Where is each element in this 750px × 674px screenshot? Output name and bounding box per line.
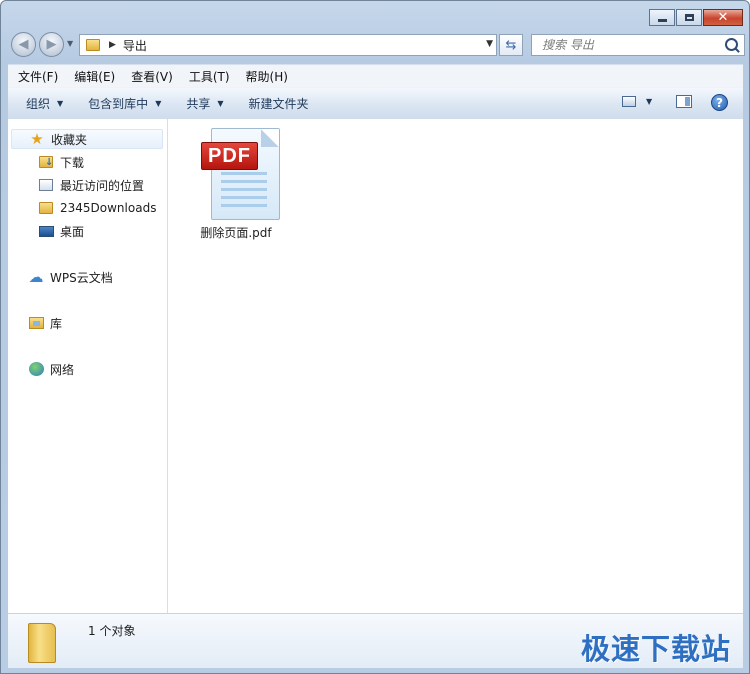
nav-label-2345downloads: 2345Downloads <box>60 201 157 215</box>
item-count: 1 个对象 <box>88 624 136 638</box>
menu-bar: 文件(F) 编辑(E) 查看(V) 工具(T) 帮助(H) <box>8 64 743 87</box>
share-label: 共享 <box>186 97 211 111</box>
navigation-bar: ◀ ▶ ▼ ▶ 导出 ▼ ⇆ <box>9 31 745 59</box>
nav-item-favorites[interactable]: ★ 收藏夹 <box>11 129 163 149</box>
nav-item-libraries[interactable]: 库 <box>28 313 62 333</box>
address-bar[interactable]: ▶ 导出 ▼ <box>79 34 497 56</box>
new-folder-button[interactable]: 新建文件夹 <box>249 95 318 112</box>
folder-icon <box>38 200 54 216</box>
folder-icon <box>28 623 56 663</box>
close-button[interactable]: ✕ <box>703 9 743 26</box>
maximize-icon <box>684 14 694 21</box>
explorer-window: ✕ ◀ ▶ ▼ ▶ 导出 ▼ ⇆ 文件(F) 编辑(E) 查看(V) 工具(T)… <box>0 0 750 674</box>
minimize-button[interactable] <box>649 9 675 26</box>
nav-item-wps-cloud[interactable]: ☁ WPS云文档 <box>28 267 113 287</box>
navigation-pane[interactable]: ★ 收藏夹 ↓ 下载 最近访问的位置 2345Downloads 桌面 ☁ WP… <box>8 119 168 613</box>
organize-button[interactable]: 组织 ▼ <box>26 95 72 112</box>
caption-buttons: ✕ <box>649 9 743 26</box>
refresh-button[interactable]: ⇆ <box>499 34 523 56</box>
main-area: ★ 收藏夹 ↓ 下载 最近访问的位置 2345Downloads 桌面 ☁ WP… <box>8 119 743 613</box>
include-library-button[interactable]: 包含到库中 ▼ <box>88 95 170 112</box>
details-pane: 1 个对象 极速下载站 <box>8 613 743 668</box>
chevron-down-icon: ▼ <box>217 99 224 108</box>
file-name[interactable]: 删除页面.pdf <box>186 224 286 241</box>
share-button[interactable]: 共享 ▼ <box>186 95 232 112</box>
network-icon <box>28 361 44 377</box>
chevron-down-icon: ▼ <box>155 99 162 108</box>
nav-label-downloads: 下载 <box>60 155 85 170</box>
folder-icon <box>86 39 100 51</box>
downloads-folder-icon: ↓ <box>38 154 54 170</box>
menu-help[interactable]: 帮助(H) <box>238 68 296 85</box>
nav-label-wps-cloud: WPS云文档 <box>50 270 113 285</box>
chevron-down-icon: ▼ <box>57 99 64 108</box>
breadcrumb-current[interactable]: 导出 <box>123 37 147 54</box>
history-dropdown-icon[interactable]: ▼ <box>67 39 73 48</box>
page-fold <box>261 129 279 147</box>
pdf-file-icon: PDF <box>201 128 280 220</box>
forward-button[interactable]: ▶ <box>39 32 64 57</box>
file-item[interactable]: PDF 删除页面.pdf <box>186 125 286 245</box>
command-bar: 组织 ▼ 包含到库中 ▼ 共享 ▼ 新建文件夹 ▼ ? <box>8 87 743 120</box>
preview-pane-icon[interactable] <box>676 95 692 108</box>
back-button[interactable]: ◀ <box>11 32 36 57</box>
nav-label-libraries: 库 <box>50 316 63 331</box>
nav-label-favorites: 收藏夹 <box>51 132 88 147</box>
library-icon <box>28 315 44 331</box>
search-box <box>531 34 745 56</box>
nav-item-network[interactable]: 网络 <box>28 359 74 379</box>
nav-item-2345downloads[interactable]: 2345Downloads <box>38 198 156 218</box>
change-view-icon[interactable] <box>622 96 636 107</box>
minimize-icon <box>657 18 667 22</box>
address-dropdown-icon[interactable]: ▼ <box>486 39 493 49</box>
maximize-button[interactable] <box>676 9 702 26</box>
nav-item-downloads[interactable]: ↓ 下载 <box>38 152 84 172</box>
menu-view[interactable]: 查看(V) <box>123 68 181 85</box>
menu-tools[interactable]: 工具(T) <box>181 68 238 85</box>
view-options-chevron-icon[interactable]: ▼ <box>646 97 652 106</box>
menu-file[interactable]: 文件(F) <box>8 68 66 85</box>
cloud-icon: ☁ <box>28 267 44 286</box>
back-arrow-icon: ◀ <box>18 37 29 52</box>
include-library-label: 包含到库中 <box>88 97 149 111</box>
file-list[interactable]: PDF 删除页面.pdf <box>168 119 743 613</box>
search-icon[interactable] <box>725 38 738 51</box>
nav-label-recent: 最近访问的位置 <box>60 178 145 193</box>
pdf-badge: PDF <box>201 142 258 170</box>
nav-item-recent[interactable]: 最近访问的位置 <box>38 175 144 195</box>
help-icon[interactable]: ? <box>711 94 728 111</box>
star-icon: ★ <box>30 129 44 148</box>
nav-label-desktop: 桌面 <box>60 224 85 239</box>
breadcrumb-chevron-icon[interactable]: ▶ <box>109 40 116 50</box>
organize-label: 组织 <box>26 97 51 111</box>
nav-item-desktop[interactable]: 桌面 <box>38 221 84 241</box>
menu-edit[interactable]: 编辑(E) <box>66 68 123 85</box>
watermark: 极速下载站 <box>580 632 731 666</box>
recent-places-icon <box>38 177 54 193</box>
document-lines <box>221 172 267 212</box>
search-input[interactable] <box>540 37 724 53</box>
forward-arrow-icon: ▶ <box>46 37 57 52</box>
close-icon: ✕ <box>717 10 729 25</box>
refresh-icon: ⇆ <box>505 37 517 53</box>
desktop-icon <box>38 223 54 239</box>
nav-label-network: 网络 <box>50 362 75 377</box>
